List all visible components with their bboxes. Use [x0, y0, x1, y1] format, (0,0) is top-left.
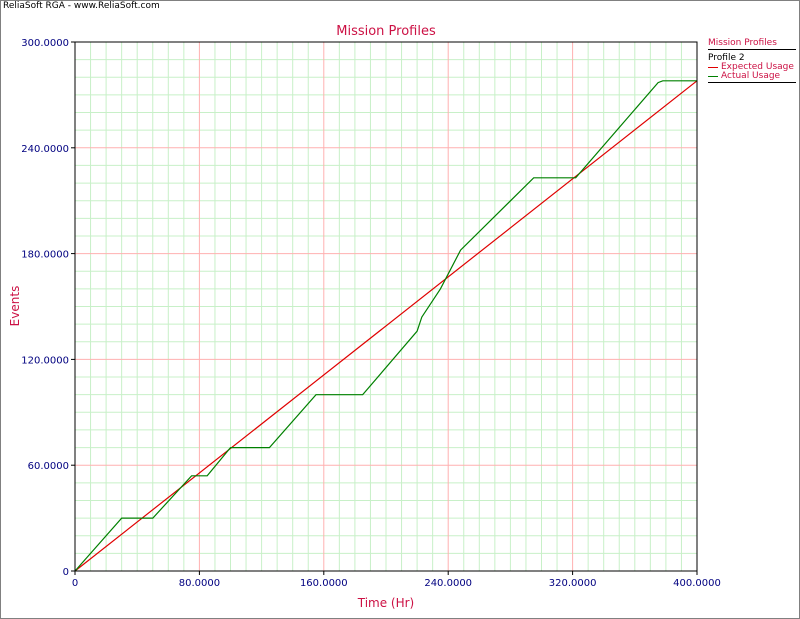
- legend-swatch-expected: [708, 67, 718, 68]
- legend-label-actual: Actual Usage: [721, 71, 781, 81]
- legend-title: Mission Profiles: [708, 38, 777, 48]
- legend-swatch-actual: [708, 76, 718, 77]
- legend-item-actual: Actual Usage: [708, 72, 796, 81]
- y-tick-label: 180.0000: [21, 250, 69, 261]
- legend-divider: [708, 49, 796, 50]
- grid: [75, 42, 697, 571]
- x-tick-label: 160.0000: [300, 578, 348, 589]
- y-tick-label: 240.0000: [21, 144, 69, 155]
- x-tick-label: 80.0000: [179, 578, 220, 589]
- x-tick-label: 240.0000: [424, 578, 472, 589]
- x-axis-label: Time (Hr): [357, 596, 415, 610]
- legend-divider-bottom: [708, 82, 796, 83]
- x-tick-label: 0: [72, 578, 78, 589]
- y-tick-label: 0: [63, 567, 69, 578]
- chart-title: Mission Profiles: [336, 24, 436, 39]
- x-tick-label: 400.0000: [673, 578, 721, 589]
- chart: Mission Profiles 0 80.0000 160.0000 240.000…: [8, 24, 721, 610]
- y-axis-label: Events: [8, 286, 22, 327]
- y-tick-label: 60.0000: [28, 461, 69, 472]
- y-tick-label: 300.0000: [21, 38, 69, 49]
- legend: Mission Profiles Profile 2 Expected Usag…: [708, 38, 796, 86]
- y-tick-label: 120.0000: [21, 355, 69, 366]
- x-tick-label: 320.0000: [549, 578, 597, 589]
